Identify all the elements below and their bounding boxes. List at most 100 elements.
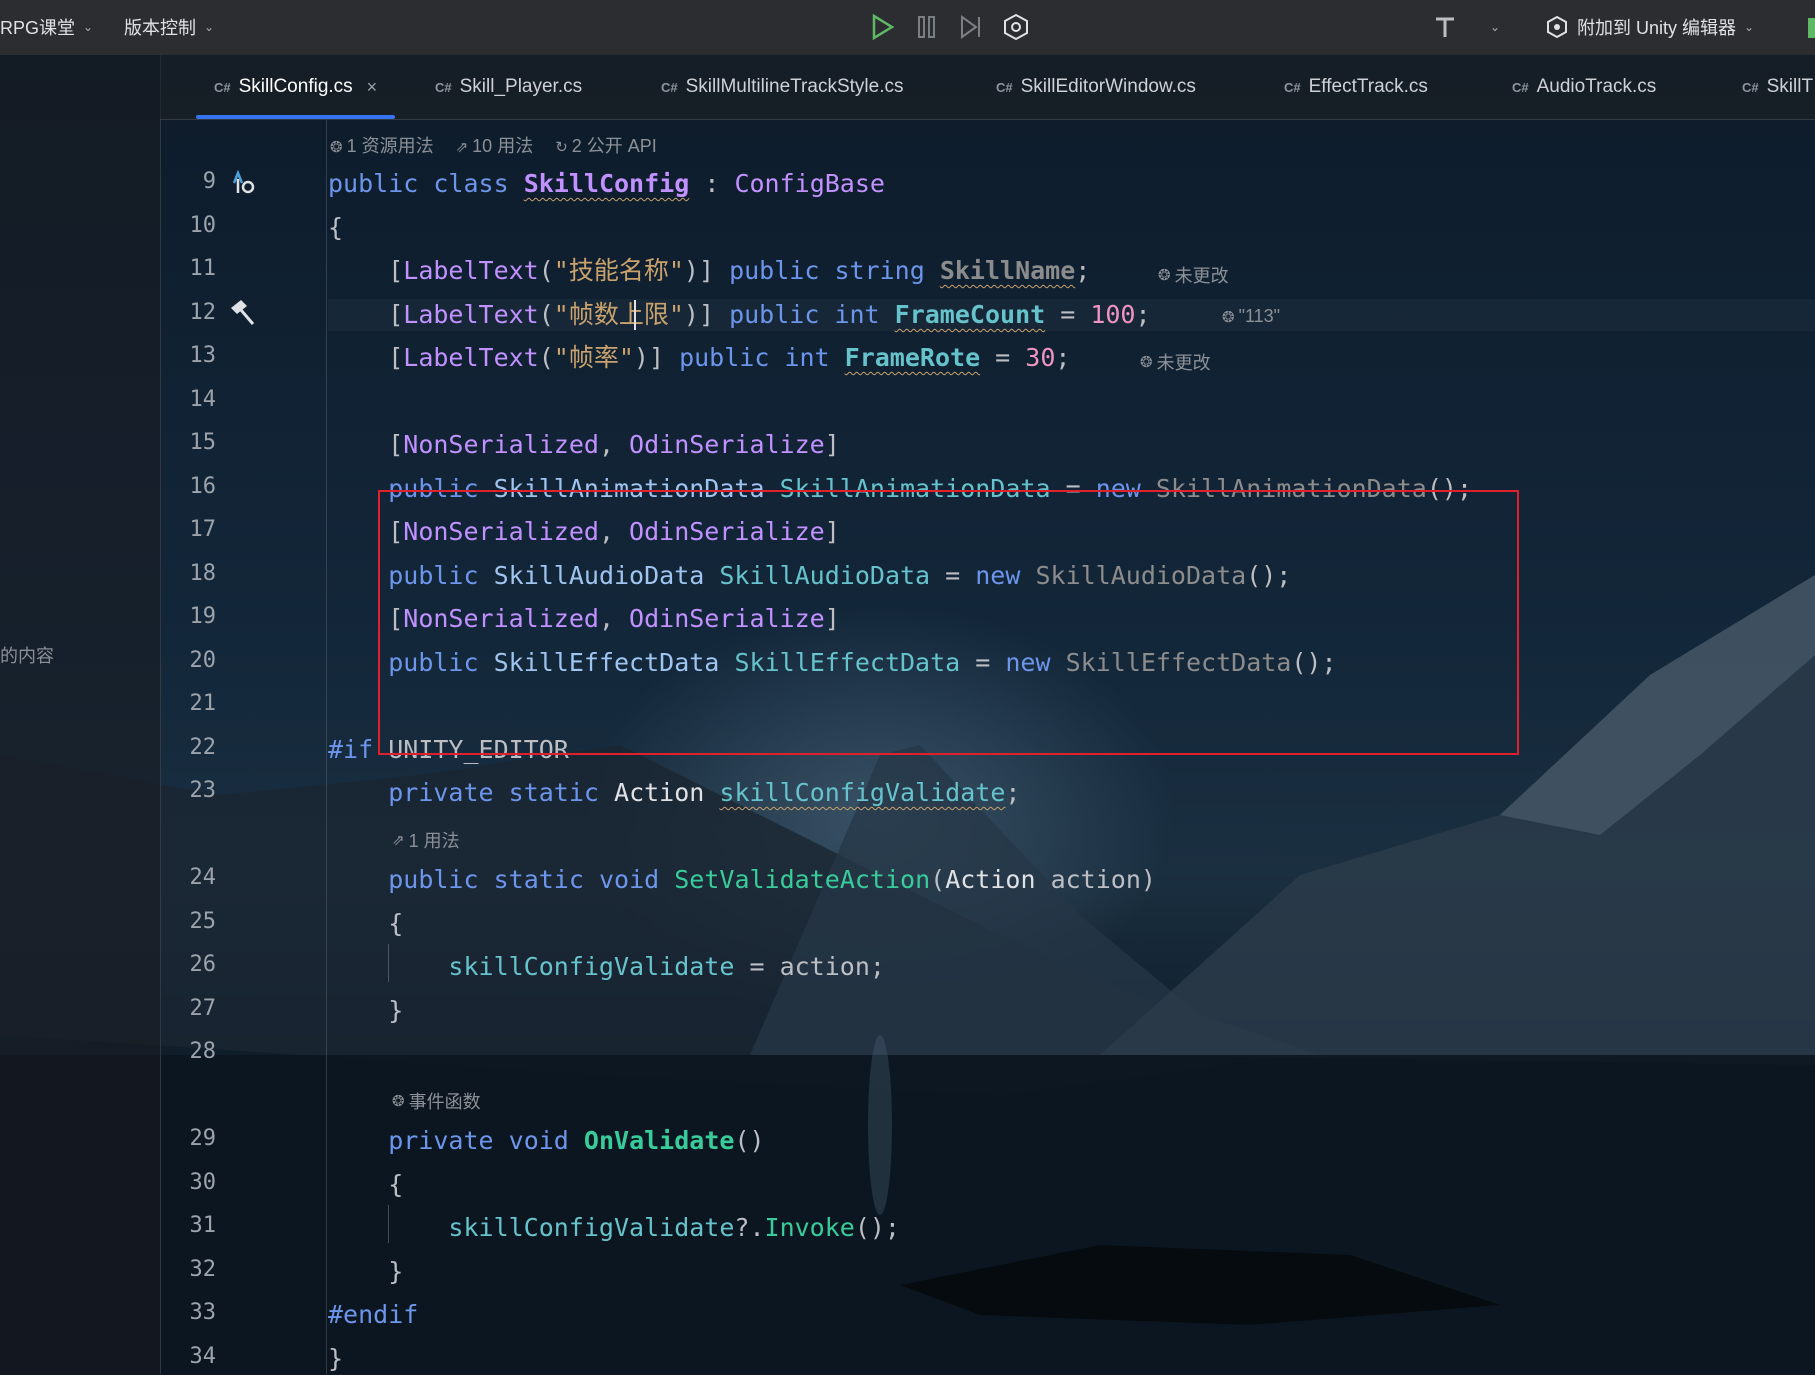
play-icon — [872, 14, 895, 40]
code-line: public SkillEffectData SkillEffectData =… — [388, 648, 1337, 677]
step-button[interactable] — [956, 12, 986, 42]
line-number: 27 — [189, 996, 217, 1021]
unity-icon: ❂ — [1222, 308, 1235, 326]
active-tab-indicator — [196, 115, 396, 119]
api-icon: ↻ — [555, 139, 568, 156]
run-button[interactable] — [867, 12, 897, 42]
code-line: public SkillAnimationData SkillAnimation… — [388, 474, 1472, 503]
tab-label: Skill_Player.cs — [459, 76, 583, 97]
code-line: #endif — [328, 1300, 419, 1329]
title-bar: RPG课堂 ⌄ 版本控制 ⌄ ⌄ 附加到 Unity 编辑器 ⌄ — [0, 0, 1815, 55]
vcs-label: 版本控制 — [124, 18, 196, 38]
public-api-hint[interactable]: ↻ 2 公开 API — [555, 132, 657, 158]
tab-label: EffectTrack.cs — [1308, 76, 1428, 97]
line-number: 13 — [189, 343, 217, 368]
code-line: [NonSerialized, OdinSerialize] — [328, 517, 840, 546]
line-number: 16 — [189, 474, 217, 499]
resource-usage-hint[interactable]: ❂ 1 资源用法 — [330, 132, 434, 158]
code-line: public SkillAudioData SkillAudioData = n… — [388, 561, 1292, 590]
chevron-down-icon: ⌄ — [204, 20, 215, 34]
unity-icon — [1004, 13, 1028, 41]
side-panel: 的内容 — [0, 55, 161, 1374]
line-number: 12 — [189, 300, 217, 325]
tab-skill-editor-window[interactable]: C# SkillEditorWindow.cs — [996, 55, 1196, 119]
project-menu[interactable]: RPG课堂 ⌄ — [0, 14, 93, 40]
tab-skill-truncated[interactable]: C# SkillT — [1742, 55, 1813, 119]
line-number: 29 — [189, 1126, 217, 1151]
line-number: 15 — [189, 430, 217, 455]
usage-hint[interactable]: ⇗ 10 用法 — [456, 132, 534, 158]
close-icon[interactable]: × — [367, 77, 378, 98]
line-number: 25 — [189, 909, 217, 934]
csharp-file-icon: C# — [214, 79, 231, 95]
chevron-down-icon: ⌄ — [1744, 20, 1755, 34]
line-number: 18 — [189, 561, 217, 586]
code-line: public static void SetValidateAction(Act… — [388, 865, 1156, 894]
line-number: 11 — [189, 256, 217, 281]
hammer-icon[interactable] — [226, 297, 258, 329]
serialized-value-hint[interactable]: ❂ "113" — [1222, 306, 1280, 327]
code-line: { — [388, 909, 404, 938]
usage-icon: ⇗ — [392, 832, 405, 849]
usage-hint[interactable]: ⇗ 1 用法 — [392, 827, 460, 853]
build-button[interactable] — [1430, 12, 1460, 42]
unity-debug-button[interactable] — [1001, 12, 1031, 42]
attach-label: 附加到 Unity 编辑器 — [1577, 18, 1737, 38]
tab-skill-multiline-track-style[interactable]: C# SkillMultilineTrackStyle.cs — [661, 55, 903, 119]
project-label: RPG课堂 — [0, 18, 76, 38]
code-line: { — [328, 213, 344, 242]
code-line: #if UNITY_EDITOR — [328, 735, 569, 764]
tab-effect-track[interactable]: C# EffectTrack.cs — [1284, 55, 1428, 119]
line-number: 17 — [189, 517, 217, 542]
vcs-menu[interactable]: 版本控制 ⌄ — [124, 14, 214, 40]
line-number: 33 — [189, 1300, 217, 1325]
code-line: [LabelText("帧率")] public int FrameRote =… — [328, 343, 1071, 372]
unchanged-hint[interactable]: ❂ 未更改 — [1140, 349, 1211, 375]
tab-skill-player[interactable]: C# Skill_Player.cs — [435, 55, 582, 119]
tab-audio-track[interactable]: C# AudioTrack.cs — [1512, 55, 1656, 119]
line-number: 23 — [189, 778, 217, 803]
code-line: { — [388, 1170, 404, 1199]
attach-unity-button[interactable]: 附加到 Unity 编辑器 ⌄ — [1545, 14, 1754, 40]
code-line: } — [388, 996, 404, 1025]
chevron-down-icon: ⌄ — [83, 20, 94, 34]
line-number: 14 — [189, 387, 217, 412]
line-number: 10 — [189, 213, 217, 238]
csharp-file-icon: C# — [1284, 79, 1301, 95]
unity-icon: ❂ — [1158, 267, 1171, 284]
build-options-button[interactable]: ⌄ — [1480, 12, 1510, 42]
line-number: 20 — [189, 648, 217, 673]
line-number: 34 — [189, 1344, 217, 1369]
code-line: private static Action skillConfigValidat… — [388, 778, 1021, 807]
code-line: } — [388, 1257, 404, 1286]
tab-label: SkillConfig.cs — [238, 76, 353, 97]
unity-icon: ❂ — [1140, 354, 1153, 371]
tab-label: AudioTrack.cs — [1536, 76, 1657, 97]
text-caret — [634, 300, 636, 330]
code-line: skillConfigValidate = action; — [448, 952, 885, 981]
editor-tab-bar: C# SkillConfig.cs × C# Skill_Player.cs C… — [160, 55, 1815, 120]
code-line: [NonSerialized, OdinSerialize] — [328, 430, 840, 459]
tab-label: SkillEditorWindow.cs — [1020, 76, 1196, 97]
implements-icon[interactable] — [226, 166, 258, 198]
line-number: 9 — [202, 169, 216, 194]
unchanged-hint[interactable]: ❂ 未更改 — [1158, 262, 1229, 288]
line-number: 24 — [189, 865, 217, 890]
pause-button[interactable] — [912, 12, 942, 42]
unity-attach-icon — [1547, 15, 1567, 39]
side-panel-text: 的内容 — [0, 646, 54, 666]
csharp-file-icon: C# — [1512, 79, 1529, 95]
code-line: [NonSerialized, OdinSerialize] — [328, 604, 840, 633]
line-number: 31 — [189, 1213, 217, 1238]
code-line: public class SkillConfig : ConfigBase — [328, 169, 885, 198]
tab-skillconfig[interactable]: C# SkillConfig.cs × — [196, 55, 396, 119]
tab-label: SkillT — [1766, 76, 1814, 97]
tab-label: SkillMultilineTrackStyle.cs — [685, 76, 904, 97]
hammer-icon — [1436, 17, 1454, 37]
class-usage-hints: ❂ 1 资源用法 ⇗ 10 用法 ↻ 2 公开 API — [330, 132, 657, 158]
code-line: skillConfigValidate?.Invoke(); — [448, 1213, 900, 1242]
event-function-hint[interactable]: ❂ 事件函数 — [392, 1088, 481, 1114]
code-line-current: [LabelText("帧数上限")] public int FrameCoun… — [328, 299, 1815, 331]
usage-icon: ⇗ — [455, 139, 469, 156]
code-line: } — [328, 1344, 344, 1373]
